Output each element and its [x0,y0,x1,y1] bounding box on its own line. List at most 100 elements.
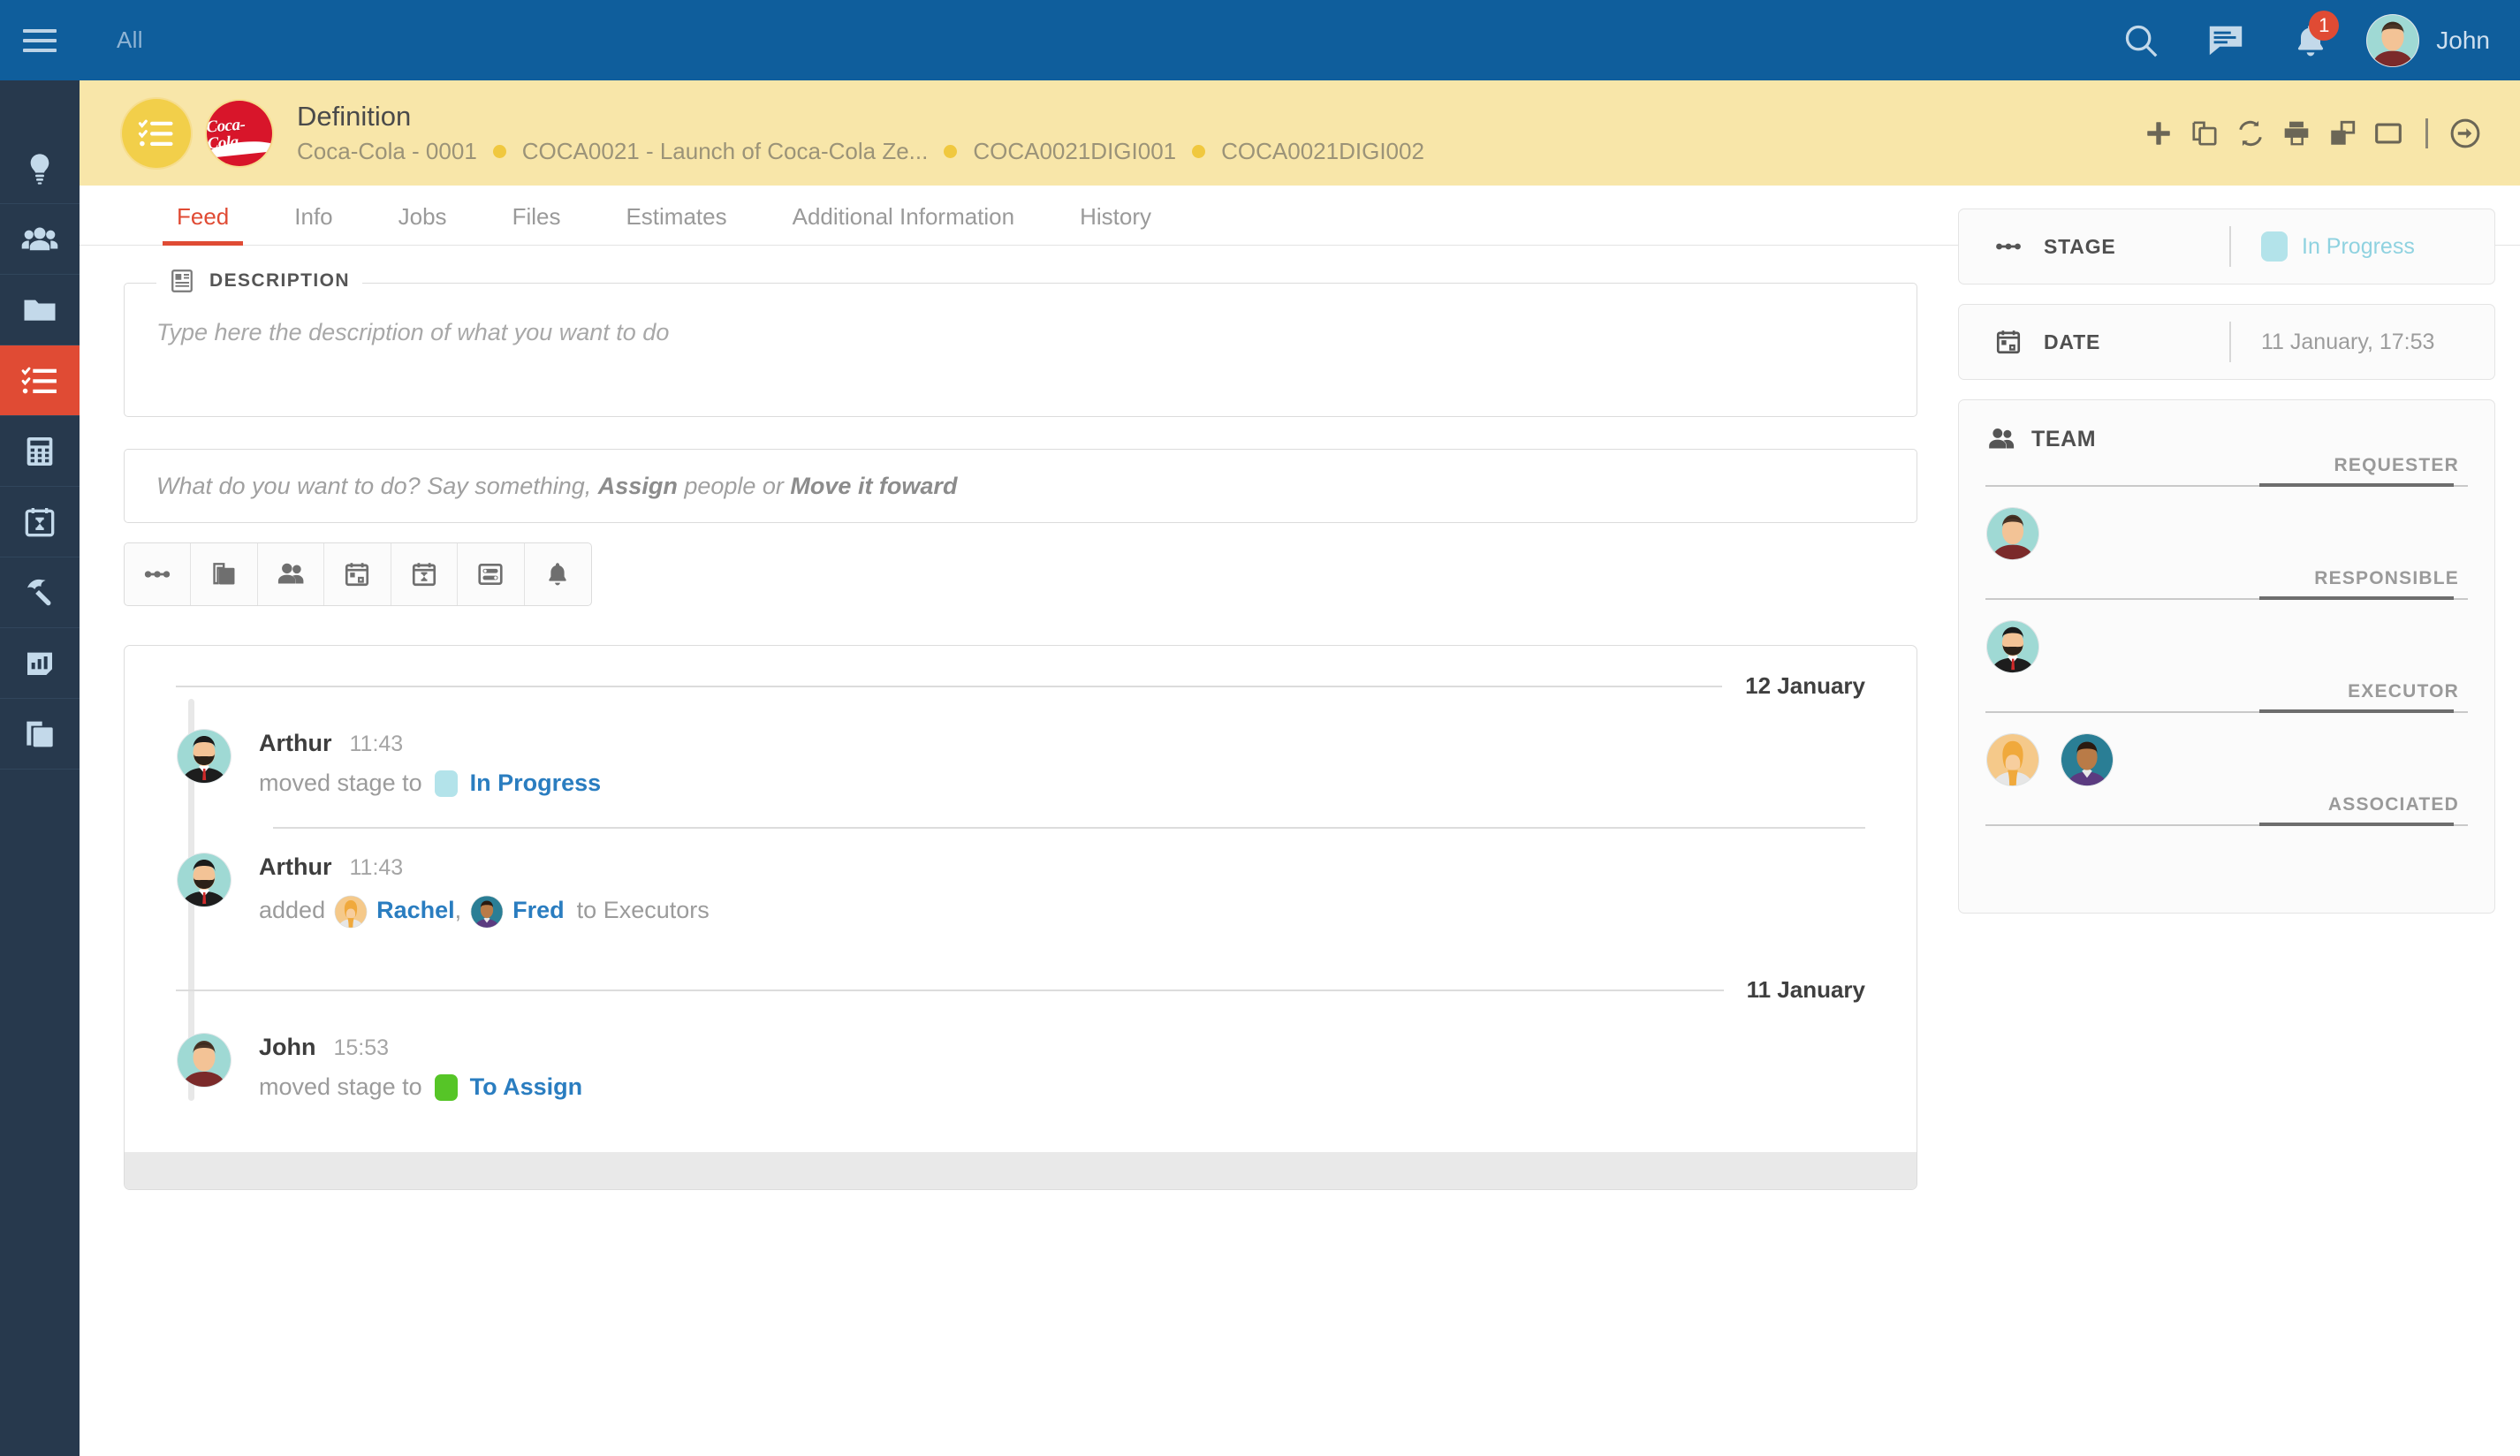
breadcrumb-item-1[interactable]: COCA0021 - Launch of Coca-Cola Ze... [522,138,929,165]
avatar[interactable] [1985,506,2040,561]
person-link-rachel[interactable]: Rachel [376,897,455,924]
entity-header: Coca-Cola Definition Coca-Cola - 0001 CO… [80,80,2520,186]
tab-feed[interactable]: Feed [162,203,244,246]
checklist-icon [138,119,173,146]
notification-badge: 1 [2309,11,2340,41]
description-legend: DESCRIPTION [156,268,362,294]
search-icon[interactable] [2099,0,2183,80]
breadcrumb-separator-dot [944,145,958,158]
team-header: TEAM [1985,423,2468,455]
sidebar-item-projects[interactable] [0,275,80,345]
sidebar-item-clients[interactable] [0,204,80,275]
stage-link[interactable]: To Assign [470,1073,583,1101]
role-label: ASSOCIATED [2327,794,2459,815]
feed-event-head: John 15:53 [259,1034,1865,1061]
stage-row[interactable]: STAGE In Progress [1958,209,2495,284]
sidebar-item-schedule[interactable] [0,487,80,557]
breadcrumb: Coca-Cola - 0001 COCA0021 - Launch of Co… [297,138,1424,165]
avatar [176,852,232,908]
sidebar-item-reports[interactable] [0,628,80,699]
role-members [1985,713,2468,794]
layers-button[interactable] [2319,110,2365,156]
tab-additional-information[interactable]: Additional Information [793,203,1014,245]
duplicate-button[interactable] [2182,110,2228,156]
composer-placeholder-start: What do you want to do? Say something, [156,472,598,499]
date-value: 11 January, 17:53 [2261,329,2435,354]
feed-date-label: 11 January [1746,976,1865,1003]
avatar [176,728,232,785]
refresh-button[interactable] [2228,110,2273,156]
separator-line [176,989,1724,991]
entity-titles: Definition Coca-Cola - 0001 COCA0021 - L… [297,101,1424,165]
stage-label: STAGE [2044,234,2116,258]
hamburger-icon[interactable] [0,0,80,80]
scope-label[interactable]: All [117,27,143,54]
stage-value-wrap: In Progress [2231,231,2468,262]
tab-estimates[interactable]: Estimates [626,203,726,245]
tab-info[interactable]: Info [294,203,332,245]
change-stage-button[interactable] [125,543,192,605]
app-root: All 1 John Coca-Cola Definition Coca-Col… [0,0,2520,1456]
breadcrumb-item-3[interactable]: COCA0021DIGI002 [1221,138,1424,165]
bell-icon[interactable]: 1 [2268,0,2353,80]
team-panel: TEAM REQUESTER RESPONSIBLE EXECUTOR ASSO… [1958,399,2495,914]
feed-event: Arthur 11:43 moved stage to In Progress [125,705,1917,797]
description-field[interactable]: DESCRIPTION Type here the description of… [124,268,1917,417]
window-icon [2375,123,2402,143]
person-link-fred[interactable]: Fred [512,897,565,924]
bell-icon [549,563,566,586]
details-panel: STAGE In Progress DATE 11 January, 17:53 [1958,209,2495,914]
feed-event: Arthur 11:43 added Rachel , Fred to Exec… [125,829,1917,929]
print-button[interactable] [2273,110,2319,156]
team-role-requester: REQUESTER [1985,455,2468,568]
attach-document-button[interactable] [191,543,258,605]
avatar[interactable] [1985,732,2040,787]
entity-type-badge[interactable] [122,98,191,168]
window-button[interactable] [2365,110,2411,156]
sidebar-item-tasks[interactable] [0,345,80,416]
add-button[interactable] [2136,110,2182,156]
top-bar-actions: 1 John [2099,0,2520,80]
main-column: DESCRIPTION Type here the description of… [124,268,1917,1190]
avatar[interactable] [1985,619,2040,674]
feed-inner: 12 January Arthur 11:43 moved stage to I… [125,646,1917,1143]
composer-assign-hint: Assign [597,472,678,499]
notify-button[interactable] [525,543,591,605]
set-date-button[interactable] [324,543,391,605]
feed-event-time: 15:53 [333,1035,390,1060]
tab-jobs[interactable]: Jobs [398,203,447,245]
options-button[interactable] [458,543,525,605]
assign-people-button[interactable] [258,543,325,605]
composer-action-bar [124,542,592,606]
stage-link[interactable]: In Progress [470,770,602,797]
user-menu[interactable]: John [2353,13,2490,68]
feed-date-separator: 12 January [125,646,1917,705]
advance-button[interactable] [2442,110,2488,156]
composer-input[interactable]: What do you want to do? Say something, A… [124,449,1917,523]
set-deadline-button[interactable] [391,543,459,605]
sidebar-item-library[interactable] [0,699,80,770]
user-name: John [2436,26,2490,54]
team-label: TEAM [2031,426,2097,451]
avatar[interactable] [2060,732,2114,787]
feed-bottom-spacer [125,1101,1917,1143]
feed-event-action: moved stage to [259,770,422,796]
chat-icon[interactable] [2183,0,2268,80]
feed-event-body: Arthur 11:43 moved stage to In Progress [259,728,1865,797]
copy-icon [212,563,235,585]
role-rule [1985,823,2468,826]
tab-history[interactable]: History [1080,203,1151,245]
feed-event-author: Arthur [259,853,332,880]
date-row[interactable]: DATE 11 January, 17:53 [1958,304,2495,380]
top-bar: All 1 John [0,0,2520,80]
coca-cola-logo: Coca-Cola [207,100,272,166]
sidebar-item-ideas[interactable] [0,133,80,204]
breadcrumb-item-0[interactable]: Coca-Cola - 0001 [297,138,477,165]
plus-icon [2147,121,2170,145]
sidebar-item-budget[interactable] [0,416,80,487]
sidebar-item-campaigns[interactable] [0,557,80,628]
tab-files[interactable]: Files [512,203,561,245]
composer-placeholder: What do you want to do? Say something, A… [156,473,957,500]
breadcrumb-item-2[interactable]: COCA0021DIGI001 [973,138,1176,165]
date-label: DATE [2044,330,2101,353]
